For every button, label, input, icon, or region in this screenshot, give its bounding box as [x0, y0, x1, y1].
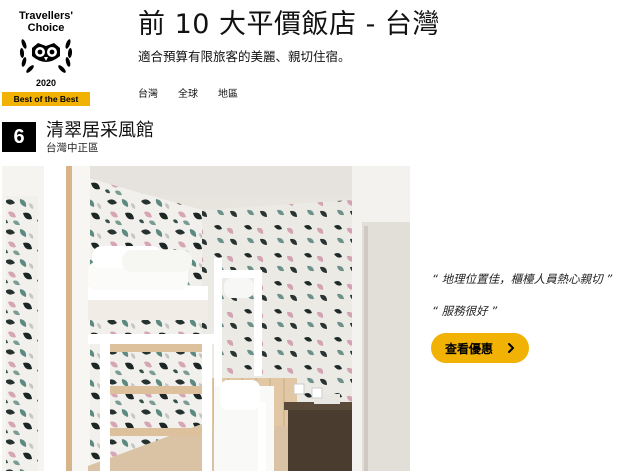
- travellers-choice-badge: Travellers' Choice 2020 Best of the Best: [0, 0, 92, 106]
- room-illustration: [2, 166, 410, 471]
- page-title: 前 10 大平價飯店 - 台灣: [138, 9, 440, 40]
- tab-global[interactable]: 全球: [178, 88, 198, 101]
- hotel-room-photo[interactable]: [2, 166, 410, 471]
- badge-strip: Best of the Best: [2, 92, 90, 106]
- badge-line-2: Choice: [27, 22, 65, 34]
- badge-line-1: Travellers': [19, 10, 73, 22]
- review-quote: “ 地理位置佳，櫃檯人員熱心親切 ”: [432, 272, 613, 286]
- laurel-owl-icon: [19, 39, 73, 73]
- hotel-location: 台灣中正區: [46, 142, 99, 154]
- review-quote: “ 服務很好 ”: [432, 304, 498, 318]
- rank-badge: 6: [2, 122, 36, 152]
- tab-taiwan[interactable]: 台灣: [138, 88, 158, 101]
- page-subtitle: 適合預算有限旅客的美麗、親切住宿。: [138, 49, 351, 64]
- hotel-name[interactable]: 清翠居采風館: [46, 120, 154, 142]
- badge-year: 2020: [35, 78, 57, 88]
- region-tabs: 台灣 全球 地區: [138, 88, 238, 101]
- tab-region[interactable]: 地區: [218, 88, 238, 101]
- view-deal-button[interactable]: 查看優惠: [431, 333, 529, 363]
- chevron-right-icon: [508, 343, 514, 353]
- view-deal-label: 查看優惠: [445, 341, 494, 356]
